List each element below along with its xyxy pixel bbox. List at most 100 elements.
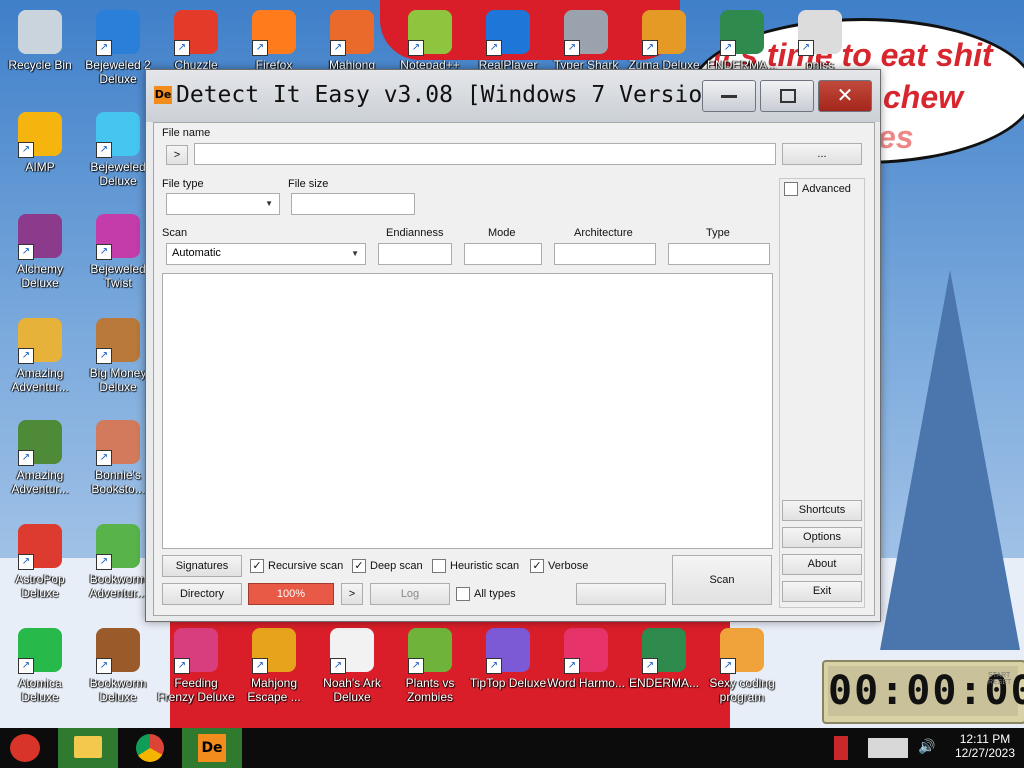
app-shortcut-icon: ↗ bbox=[642, 628, 686, 674]
desktop-icon-label: Sexy coding program bbox=[709, 676, 775, 704]
app-shortcut-icon: ↗ bbox=[18, 214, 62, 260]
scan-mode-select[interactable]: Automatic bbox=[166, 243, 366, 265]
desktop-icon[interactable]: Recycle Bin bbox=[0, 8, 80, 98]
shortcut-arrow-icon: ↗ bbox=[564, 40, 580, 56]
desktop-icon[interactable]: ↗ Plants vs Zombies bbox=[390, 626, 470, 716]
folder-icon bbox=[74, 736, 102, 758]
app-shortcut-icon: ↗ bbox=[564, 628, 608, 674]
desktop-icon-label: TipTop Deluxe bbox=[469, 676, 547, 690]
about-button[interactable]: About bbox=[782, 554, 862, 575]
deep-scan-checkbox[interactable]: ✓ Deep scan bbox=[352, 559, 423, 573]
file-type-select[interactable] bbox=[166, 193, 280, 215]
progress-expand-button[interactable]: > bbox=[341, 583, 363, 605]
desktop-icon[interactable]: ↗ Alchemy Deluxe bbox=[0, 212, 80, 302]
volume-icon[interactable]: 🔊 bbox=[918, 738, 935, 755]
flag-icon[interactable] bbox=[834, 736, 848, 760]
desktop-icon-label: Amazing Adventur... bbox=[11, 468, 69, 496]
file-name-label: File name bbox=[162, 127, 211, 139]
taskbar-file-explorer[interactable] bbox=[58, 728, 118, 768]
scan-progress-bar: 100% bbox=[248, 583, 334, 605]
advanced-checkbox-box bbox=[784, 182, 798, 196]
options-button[interactable]: Options bbox=[782, 527, 862, 548]
log-button[interactable]: Log bbox=[370, 583, 450, 605]
tray-icons[interactable] bbox=[868, 738, 908, 758]
window-titlebar[interactable]: De Detect It Easy v3.08 [Windows 7 Versi… bbox=[146, 70, 880, 122]
shortcut-arrow-icon: ↗ bbox=[96, 348, 112, 364]
heuristic-scan-checkbox[interactable]: Heuristic scan bbox=[432, 559, 519, 573]
scan-button[interactable]: Scan bbox=[672, 555, 772, 605]
shortcut-arrow-icon: ↗ bbox=[564, 658, 580, 674]
app-shortcut-icon: ↗ bbox=[486, 10, 530, 56]
desktop-icon[interactable]: ↗ Amazing Adventur... bbox=[0, 418, 80, 508]
shortcut-arrow-icon: ↗ bbox=[174, 658, 190, 674]
all-types-checkbox[interactable]: All types bbox=[456, 587, 516, 601]
desktop-icon[interactable]: ↗ Atomica Deluxe bbox=[0, 626, 80, 716]
app-shortcut-icon: ↗ bbox=[330, 628, 374, 674]
app-shortcut-icon: ↗ bbox=[96, 214, 140, 260]
browse-button[interactable]: ... bbox=[782, 143, 862, 165]
heuristic-scan-box bbox=[432, 559, 446, 573]
desktop-icon[interactable]: ↗ Amazing Adventur... bbox=[0, 316, 80, 406]
endianness-field bbox=[378, 243, 452, 265]
exit-button[interactable]: Exit bbox=[782, 581, 862, 602]
recursive-scan-checkbox[interactable]: ✓ Recursive scan bbox=[250, 559, 343, 573]
blank-button[interactable] bbox=[576, 583, 666, 605]
desktop-icon[interactable]: ↗ Mahjong Escape ... bbox=[234, 626, 314, 716]
file-type-label: File type bbox=[162, 178, 204, 190]
verbose-checkbox[interactable]: ✓ Verbose bbox=[530, 559, 588, 573]
clock[interactable]: 12:11 PM 12/27/2023 bbox=[950, 732, 1020, 760]
shortcut-arrow-icon: ↗ bbox=[18, 554, 34, 570]
start-button[interactable] bbox=[0, 728, 50, 768]
shortcut-arrow-icon: ↗ bbox=[486, 658, 502, 674]
window-title: Detect It Easy v3.08 [Windows 7 Version … bbox=[176, 82, 786, 108]
desktop-icon[interactable]: ↗ AIMP bbox=[0, 110, 80, 200]
chrome-icon bbox=[136, 734, 164, 762]
app-shortcut-icon: ↗ bbox=[564, 10, 608, 56]
desktop-icon[interactable]: ↗ Bookworm Deluxe bbox=[78, 626, 158, 716]
desktop-icon[interactable]: ↗ Word Harmo... bbox=[546, 626, 626, 716]
close-button[interactable]: ✕ bbox=[818, 80, 872, 112]
shortcut-arrow-icon: ↗ bbox=[642, 40, 658, 56]
maximize-icon bbox=[780, 89, 796, 103]
shortcut-arrow-icon: ↗ bbox=[642, 658, 658, 674]
desktop-icon[interactable]: ↗ Sexy coding program bbox=[702, 626, 782, 716]
file-name-expand-button[interactable]: > bbox=[166, 145, 188, 165]
file-name-input[interactable] bbox=[194, 143, 776, 165]
timer-widget[interactable]: 00:00:00 START RESET bbox=[822, 660, 1024, 724]
taskbar-chrome[interactable] bbox=[120, 728, 180, 768]
directory-button[interactable]: Directory bbox=[162, 583, 242, 605]
app-shortcut-icon: ↗ bbox=[96, 628, 140, 674]
shortcut-arrow-icon: ↗ bbox=[96, 554, 112, 570]
app-shortcut-icon: ↗ bbox=[408, 628, 452, 674]
advanced-label: Advanced bbox=[802, 182, 851, 195]
app-shortcut-icon: ↗ bbox=[96, 524, 140, 570]
desktop-icon-label: Feeding Frenzy Deluxe bbox=[157, 676, 235, 704]
minimize-button[interactable] bbox=[702, 80, 756, 112]
shortcuts-button[interactable]: Shortcuts bbox=[782, 500, 862, 521]
advanced-checkbox[interactable]: Advanced bbox=[784, 182, 851, 196]
signatures-button[interactable]: Signatures bbox=[162, 555, 242, 577]
app-shortcut-icon: ↗ bbox=[96, 10, 140, 56]
desktop-icon[interactable]: ↗ ENDERMA... bbox=[624, 626, 704, 716]
scan-results-area[interactable] bbox=[162, 273, 773, 549]
desktop-icon-label: Noah's Ark Deluxe bbox=[323, 676, 381, 704]
desktop-icon[interactable]: ↗ TipTop Deluxe bbox=[468, 626, 548, 716]
app-shortcut-icon: ↗ bbox=[252, 628, 296, 674]
app-shortcut-icon: ↗ bbox=[330, 10, 374, 56]
desktop-icon[interactable]: ↗ Feeding Frenzy Deluxe bbox=[156, 626, 236, 716]
app-icon: De bbox=[154, 86, 172, 104]
taskbar-detect-it-easy[interactable]: De bbox=[182, 728, 242, 768]
die-icon: De bbox=[198, 734, 226, 762]
maximize-button[interactable] bbox=[760, 80, 814, 112]
desktop-icon[interactable]: ↗ AstroPop Deluxe bbox=[0, 522, 80, 612]
app-shortcut-icon: ↗ bbox=[96, 112, 140, 158]
shortcut-arrow-icon: ↗ bbox=[18, 244, 34, 260]
verbose-label: Verbose bbox=[548, 559, 589, 572]
shortcut-arrow-icon: ↗ bbox=[486, 40, 502, 56]
shortcut-arrow-icon: ↗ bbox=[96, 142, 112, 158]
desktop-icon[interactable]: ↗ Noah's Ark Deluxe bbox=[312, 626, 392, 716]
endianness-label: Endianness bbox=[386, 227, 444, 239]
desktop-icon-label: ENDERMA... bbox=[628, 676, 699, 690]
window-client-area: File name > ... File type File size Adva… bbox=[153, 122, 875, 616]
desktop-icon-label: Mahjong Escape ... bbox=[247, 676, 301, 704]
